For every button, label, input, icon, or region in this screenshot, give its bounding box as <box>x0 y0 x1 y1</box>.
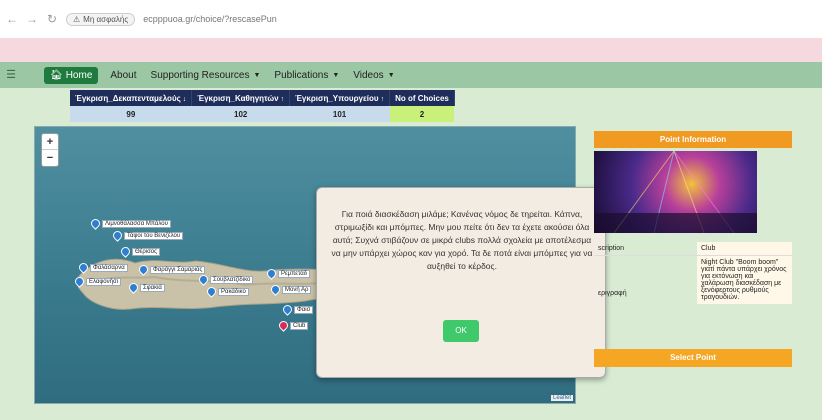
marker-label: Φαράγγι Σαμαριάς <box>150 265 206 274</box>
marker-label: Ελαφονήσι <box>86 277 121 286</box>
info-label: εριγραφή <box>598 290 627 297</box>
security-chip[interactable]: ⚠ Μη ασφαλής <box>66 12 136 26</box>
map-pin-icon <box>277 319 290 332</box>
map-pin-icon <box>73 275 86 288</box>
map-marker[interactable]: Ρεμπετάδ <box>265 267 311 280</box>
map-marker[interactable]: Σουβλατζίδικο <box>197 273 254 286</box>
info-row: εριγραφή Night Club "Boom boom" γιατί πά… <box>594 256 792 304</box>
map-pin-icon <box>197 273 210 286</box>
table-row: 99 102 101 2 <box>70 106 455 122</box>
info-label: scription <box>594 242 697 256</box>
map-pin-icon <box>137 263 150 276</box>
sort-up-icon: ↑ <box>280 95 285 103</box>
map-marker[interactable]: Ελαφονήσι <box>73 275 121 288</box>
reload-icon[interactable]: ↻ <box>46 12 58 26</box>
map-pin-icon <box>119 245 132 258</box>
club-lights-image <box>594 151 757 233</box>
caret-down-icon: ▼ <box>253 71 261 79</box>
forward-arrow-icon[interactable]: → <box>26 12 38 26</box>
sort-down-icon: ↓ <box>182 95 187 103</box>
marker-label: Λιμνοθάλασσα Μπάλου <box>102 219 171 228</box>
caret-down-icon: ▼ <box>332 71 340 79</box>
map-marker-selected[interactable]: Club <box>277 319 309 332</box>
nav-label: About <box>110 69 137 81</box>
marker-label: Φαλάσαρνα <box>90 263 128 272</box>
marker-label: Σουβλατζίδικο <box>210 275 254 284</box>
home-label: Home <box>65 69 93 81</box>
point-info-table: scription Club εριγραφή Night Club "Boom… <box>594 242 792 304</box>
point-info-panel: Point Information scription Club εριγραφ… <box>594 131 792 368</box>
panel-header: Point Information <box>594 131 792 148</box>
back-arrow-icon[interactable]: ← <box>6 12 18 26</box>
marker-label: Σφακιά <box>140 283 165 292</box>
home-button[interactable]: 🏠︎ Home <box>44 66 99 84</box>
info-value: Night Club "Boom boom" γιατί πάντα υπάρχ… <box>697 256 792 304</box>
ok-button[interactable]: OK <box>443 320 479 342</box>
map-attribution[interactable]: Leaflet <box>550 395 573 401</box>
navbar: ☰ 🏠︎ Home About Supporting Resources ▼ P… <box>0 62 822 88</box>
nav-label: Supporting Resources <box>150 69 250 81</box>
map-pin-icon <box>111 229 124 242</box>
table-cell: 102 <box>191 106 290 122</box>
menu-icon[interactable]: ☰ <box>4 68 18 82</box>
select-point-button[interactable]: Select Point <box>594 349 792 367</box>
table-cell: 99 <box>70 106 192 122</box>
map-marker[interactable]: Φαράγγι Σαμαριάς <box>137 263 206 276</box>
nav-item-publications[interactable]: Publications ▼ <box>274 70 339 81</box>
marker-label: Φαισ <box>294 305 314 314</box>
table-header[interactable]: Έγκριση_Δεκαπενταμελούς ↓ <box>70 90 193 106</box>
nav-item-about[interactable]: About <box>110 70 136 81</box>
map-pin-icon <box>265 267 278 280</box>
marker-label: Club <box>290 321 309 330</box>
marker-label: Τάφοι του Βενιζέλου <box>124 231 184 240</box>
marker-label: Ρακάδικο <box>218 287 249 296</box>
info-row: scription Club <box>594 242 792 256</box>
info-value: Club <box>697 242 792 256</box>
table-header[interactable]: Έγκριση_Καθηγητών ↑ <box>191 90 291 106</box>
map-pin-icon <box>281 303 294 316</box>
map-marker[interactable]: Φαισ <box>281 303 314 316</box>
marker-label: Ρεμπετάδ <box>278 269 311 278</box>
map-marker[interactable]: Τάφοι του Βενιζέλου <box>111 229 184 242</box>
caret-down-icon: ▼ <box>387 71 395 79</box>
nav-item-videos[interactable]: Videos ▼ <box>353 70 394 81</box>
table-header[interactable]: No of Choices <box>389 90 455 106</box>
nav-label: Videos <box>353 69 384 81</box>
table-header-row: Έγκριση_Δεκαπενταμελούς ↓ Έγκριση_Καθηγητ… <box>70 90 455 106</box>
map-pin-icon <box>77 261 90 274</box>
map-marker[interactable]: Ρακάδικο <box>205 285 249 298</box>
map-pin-icon <box>89 217 102 230</box>
table-header[interactable]: Έγκριση_Υπουργείου ↑ <box>289 90 391 106</box>
browser-bar: ← → ↻ ⚠ Μη ασφαλής ecpppuoa.gr/choice/?r… <box>0 0 822 38</box>
map-marker[interactable]: Λιμνοθάλασσα Μπάλου <box>89 217 171 230</box>
map-pin-icon <box>269 283 282 296</box>
info-dialog: Για ποιά διασκέδαση μιλάμε; Κανένας νόμο… <box>316 187 606 378</box>
map-marker[interactable]: Θέρισος <box>119 245 161 258</box>
zoom-control: + − <box>41 133 59 167</box>
marker-label: Θέρισος <box>132 247 161 256</box>
address-bar[interactable]: ecpppuoa.gr/choice/?rescasePun <box>143 14 277 24</box>
nav-item-supporting-resources[interactable]: Supporting Resources ▼ <box>151 70 261 81</box>
zoom-out-button[interactable]: − <box>42 150 58 166</box>
header-band <box>0 38 822 62</box>
counts-table: Έγκριση_Δεκαπενταμελούς ↓ Έγκριση_Καθηγητ… <box>70 90 455 122</box>
home-icon: 🏠︎ <box>50 69 63 81</box>
nav-label: Publications <box>274 69 329 81</box>
table-cell: 101 <box>289 106 390 122</box>
map-pin-icon <box>127 281 140 294</box>
zoom-in-button[interactable]: + <box>42 134 58 150</box>
app-window: ← → ↻ ⚠ Μη ασφαλής ecpppuoa.gr/choice/?r… <box>0 0 822 420</box>
table-cell: 2 <box>389 106 455 122</box>
sort-up-icon: ↑ <box>380 95 385 103</box>
venue-photo <box>594 151 757 233</box>
map-marker[interactable]: Μονή Αρ <box>269 283 312 296</box>
dialog-text: Για ποιά διασκέδαση μιλάμε; Κανένας νόμο… <box>331 209 593 271</box>
security-label: Μη ασφαλής <box>83 14 129 24</box>
warning-icon: ⚠ <box>73 14 81 24</box>
map-marker[interactable]: Σφακιά <box>127 281 165 294</box>
map-pin-icon <box>205 285 218 298</box>
marker-label: Μονή Αρ <box>282 285 312 294</box>
map-marker[interactable]: Φαλάσαρνα <box>77 261 128 274</box>
